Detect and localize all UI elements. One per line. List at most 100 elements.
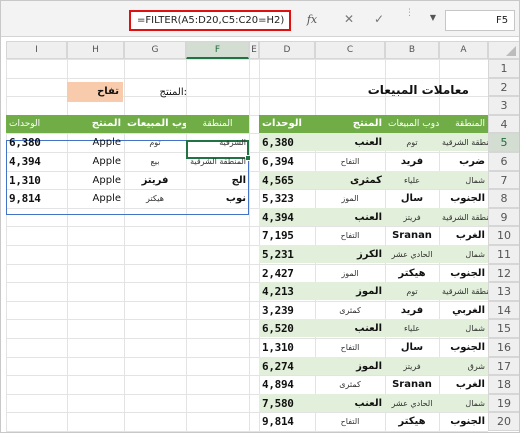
source-table-cell[interactable]: العنب: [315, 395, 385, 413]
source-table-cell[interactable]: 5,231: [259, 246, 315, 264]
result-table-cell[interactable]: 1,310: [6, 172, 67, 190]
source-table-cell[interactable]: 6,274: [259, 358, 315, 376]
source-table-cell[interactable]: التفاح: [315, 227, 385, 245]
cancel-icon[interactable]: ✕: [343, 12, 355, 26]
name-box[interactable]: F5: [445, 10, 515, 31]
source-table-cell[interactable]: الجنوب: [439, 190, 488, 208]
source-table-cell[interactable]: 4,894: [259, 376, 315, 394]
result-table-cell[interactable]: نوب: [186, 190, 249, 208]
row-header[interactable]: 3: [488, 96, 519, 115]
source-table-cell[interactable]: فريتز: [385, 358, 439, 376]
result-table-cell[interactable]: Apple: [67, 153, 124, 171]
insert-function-icon[interactable]: fx: [304, 13, 320, 27]
column-header[interactable]: A: [439, 41, 488, 59]
source-table-cell[interactable]: شمال: [439, 320, 488, 338]
result-table-cell[interactable]: توم: [124, 134, 186, 152]
source-table-cell[interactable]: 1,310: [259, 339, 315, 357]
source-table-cell[interactable]: الجنوب: [439, 339, 488, 357]
source-table-cell[interactable]: المنطقة الشرقية: [439, 283, 488, 301]
source-table-cell[interactable]: 3,239: [259, 302, 315, 320]
source-table-cell[interactable]: الحادي عشر: [385, 395, 439, 413]
row-header[interactable]: 4: [488, 114, 519, 134]
row-header[interactable]: 16: [488, 338, 519, 357]
result-table-cell[interactable]: Apple: [67, 172, 124, 190]
source-table-cell[interactable]: فريد: [385, 302, 439, 320]
result-table-cell[interactable]: 4,394: [6, 153, 67, 171]
source-table-cell[interactable]: الموز: [315, 265, 385, 283]
result-table-cell[interactable]: هيكتر: [124, 190, 186, 208]
source-table-cell[interactable]: Sranan: [385, 376, 439, 394]
source-table-cell[interactable]: 7,195: [259, 227, 315, 245]
source-table-cell[interactable]: شرق: [439, 358, 488, 376]
source-table-cell[interactable]: 4,565: [259, 172, 315, 190]
source-table-header[interactable]: مندوب المبيعات: [385, 114, 439, 133]
source-table-cell[interactable]: المنطقة الشرقية: [439, 134, 488, 152]
row-header[interactable]: 11: [488, 245, 519, 264]
column-header[interactable]: H: [67, 41, 124, 59]
source-table-cell[interactable]: سال: [385, 190, 439, 208]
source-table-cell[interactable]: 6,380: [259, 134, 315, 152]
result-table-cell[interactable]: 9,814: [6, 190, 67, 208]
source-table-header[interactable]: المنتج: [315, 114, 385, 133]
result-table-cell[interactable]: الج: [186, 172, 249, 190]
result-table-header[interactable]: المنتج: [67, 114, 124, 133]
source-table-cell[interactable]: كمثرى: [315, 376, 385, 394]
column-header[interactable]: E: [249, 41, 259, 59]
row-header[interactable]: 18: [488, 375, 519, 394]
result-table-header[interactable]: المنطقة: [186, 114, 249, 133]
row-header[interactable]: 10: [488, 226, 519, 245]
filter-value-cell[interactable]: تفاح: [67, 82, 123, 102]
source-table-cell[interactable]: الغرب: [439, 376, 488, 394]
source-table-cell[interactable]: علياء: [385, 320, 439, 338]
source-table-cell[interactable]: العنب: [315, 320, 385, 338]
row-header[interactable]: 15: [488, 319, 519, 338]
source-table-cell[interactable]: سال: [385, 339, 439, 357]
source-table-cell[interactable]: هيكتر: [385, 265, 439, 283]
source-table-cell[interactable]: 4,213: [259, 283, 315, 301]
source-table-cell[interactable]: الغرب: [439, 227, 488, 245]
column-header[interactable]: F: [186, 41, 249, 59]
source-table-cell[interactable]: 9,814: [259, 413, 315, 431]
source-table-cell[interactable]: العنب: [315, 209, 385, 227]
result-table-cell[interactable]: Apple: [67, 134, 124, 152]
source-table-cell[interactable]: شمال: [439, 246, 488, 264]
enter-icon[interactable]: ✓: [373, 12, 385, 26]
column-header[interactable]: G: [124, 41, 186, 59]
row-header[interactable]: 2: [488, 77, 519, 97]
source-table-cell[interactable]: الكرز: [315, 246, 385, 264]
result-table-cell[interactable]: 6,380: [6, 134, 67, 152]
row-header[interactable]: 1: [488, 59, 519, 78]
result-table-cell[interactable]: الشرقية: [186, 134, 249, 152]
source-table-header[interactable]: الوحدات: [259, 114, 315, 133]
row-header[interactable]: 19: [488, 393, 519, 413]
row-header[interactable]: 6: [488, 152, 519, 171]
column-header[interactable]: I: [6, 41, 67, 59]
row-header[interactable]: 17: [488, 356, 519, 376]
result-table-cell[interactable]: فريتز: [124, 172, 186, 190]
source-table-cell[interactable]: علياء: [385, 172, 439, 190]
source-table-cell[interactable]: 5,323: [259, 190, 315, 208]
result-table-cell[interactable]: المنطقة الشرقية: [186, 153, 249, 171]
result-table-header[interactable]: الوحدات: [6, 114, 67, 133]
column-header[interactable]: B: [385, 41, 439, 59]
source-table-header[interactable]: المنطقة: [439, 114, 488, 133]
source-table-cell[interactable]: التفاح: [315, 339, 385, 357]
source-table-cell[interactable]: ضرب: [439, 153, 488, 171]
drag-handle-icon[interactable]: ⋮: [405, 9, 414, 28]
source-table-cell[interactable]: شمال: [439, 172, 488, 190]
source-table-cell[interactable]: الموز: [315, 190, 385, 208]
row-header[interactable]: 14: [488, 300, 519, 320]
source-table-cell[interactable]: 6,520: [259, 320, 315, 338]
source-table-cell[interactable]: العنب: [315, 134, 385, 152]
source-table-cell[interactable]: الجنوب: [439, 413, 488, 431]
chevron-down-icon[interactable]: ▼: [427, 13, 439, 25]
row-header[interactable]: 8: [488, 189, 519, 208]
source-table-cell[interactable]: توم: [385, 283, 439, 301]
row-header[interactable]: 9: [488, 207, 519, 227]
source-table-cell[interactable]: 6,394: [259, 153, 315, 171]
result-table-cell[interactable]: بيع: [124, 153, 186, 171]
source-table-cell[interactable]: الحادي عشر: [385, 246, 439, 264]
source-table-cell[interactable]: التفاح: [315, 153, 385, 171]
result-table-cell[interactable]: Apple: [67, 190, 124, 208]
result-table-header[interactable]: مندوب المبيعات: [124, 114, 186, 133]
